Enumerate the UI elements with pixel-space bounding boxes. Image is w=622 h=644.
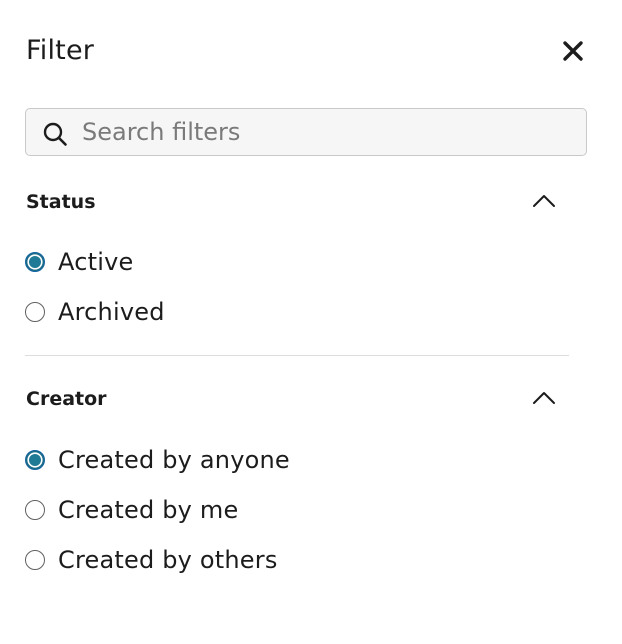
section-header-status[interactable]: Status — [26, 187, 560, 217]
search-input[interactable] — [82, 109, 572, 155]
radio-option-archived[interactable]: Archived — [25, 295, 165, 329]
radio-button-checked[interactable] — [25, 450, 45, 470]
section-title-creator: Creator — [26, 388, 107, 410]
chevron-up-icon — [533, 392, 555, 404]
close-icon — [563, 41, 583, 61]
option-label: Archived — [58, 298, 165, 326]
radio-option-created-by-me[interactable]: Created by me — [25, 493, 238, 527]
option-label: Created by anyone — [58, 446, 290, 474]
radio-option-active[interactable]: Active — [25, 245, 133, 279]
option-label: Active — [58, 248, 134, 276]
radio-option-created-by-anyone[interactable]: Created by anyone — [25, 443, 290, 477]
filter-panel: Filter Status Active Archived Creator — [0, 0, 622, 644]
filter-header: Filter — [26, 30, 586, 74]
radio-button[interactable] — [25, 302, 45, 322]
search-icon — [43, 122, 67, 146]
radio-option-created-by-others[interactable]: Created by others — [25, 543, 278, 577]
chevron-up-icon — [533, 195, 555, 207]
section-title-status: Status — [26, 191, 96, 213]
search-box[interactable] — [25, 108, 587, 156]
section-header-creator[interactable]: Creator — [26, 384, 560, 414]
radio-button-checked[interactable] — [25, 252, 45, 272]
radio-button[interactable] — [25, 500, 45, 520]
section-divider — [25, 355, 569, 356]
panel-title: Filter — [26, 35, 95, 66]
radio-button[interactable] — [25, 550, 45, 570]
option-label: Created by others — [58, 546, 278, 574]
option-label: Created by me — [58, 496, 239, 524]
close-button[interactable] — [558, 36, 588, 66]
